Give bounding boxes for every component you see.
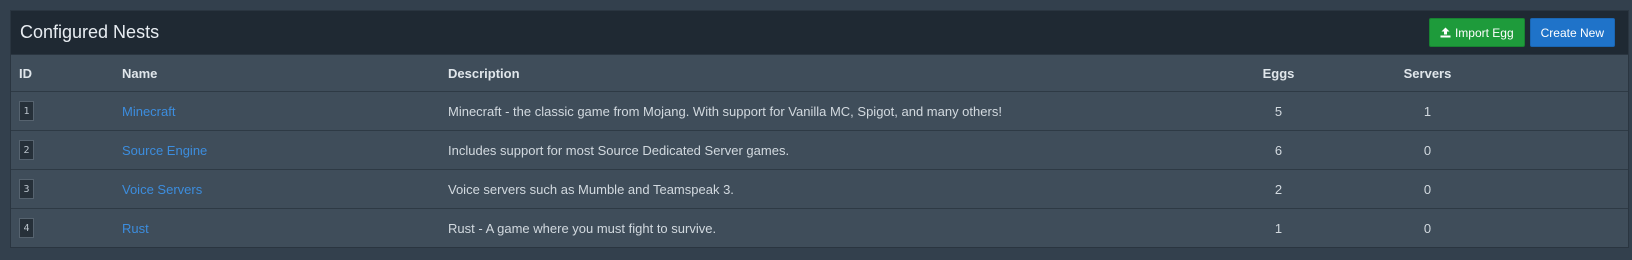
- id-cell: 3: [11, 169, 122, 209]
- column-header-servers: Servers: [1326, 55, 1529, 92]
- servers-cell: 0: [1326, 169, 1529, 209]
- nest-link-minecraft[interactable]: Minecraft: [122, 104, 175, 119]
- spacer-cell: [1529, 169, 1628, 209]
- spacer-cell: [1529, 130, 1628, 170]
- panel-header: Configured Nests Import Egg Create New: [11, 11, 1628, 55]
- eggs-cell: 1: [1274, 220, 1283, 236]
- column-header-description: Description: [448, 55, 1231, 92]
- nest-link-rust[interactable]: Rust: [122, 221, 149, 236]
- create-new-button[interactable]: Create New: [1529, 18, 1615, 47]
- table-row: 3 Voice Servers Voice servers such as Mu…: [11, 169, 1628, 209]
- nest-link-voice-servers[interactable]: Voice Servers: [122, 182, 202, 197]
- nest-link-source-engine[interactable]: Source Engine: [122, 143, 207, 158]
- id-cell: 2: [11, 130, 122, 170]
- description-cell: Rust - A game where you must fight to su…: [448, 220, 717, 236]
- upload-icon: [1440, 27, 1451, 38]
- name-cell: Minecraft: [122, 91, 448, 131]
- servers-cell: 0: [1423, 220, 1432, 236]
- id-badge: 1: [19, 101, 34, 121]
- servers-cell: 0: [1326, 130, 1529, 170]
- id-cell: 4: [11, 209, 122, 248]
- eggs-cell: 2: [1231, 169, 1326, 209]
- table-header-row: ID Name Description Eggs Servers: [11, 55, 1628, 92]
- create-new-label: Create New: [1540, 25, 1604, 40]
- column-header-eggs: Eggs: [1231, 55, 1326, 92]
- table-row: 1 Minecraft Minecraft - the classic game…: [11, 91, 1628, 131]
- name-cell: Voice Servers: [122, 169, 448, 209]
- import-egg-button[interactable]: Import Egg: [1428, 18, 1525, 47]
- nests-panel: Configured Nests Import Egg Create New I…: [10, 10, 1629, 248]
- description-cell: Includes support for most Source Dedicat…: [448, 130, 1231, 170]
- id-badge: 2: [19, 140, 34, 160]
- servers-cell: 1: [1326, 91, 1529, 131]
- column-spacer: [1529, 55, 1628, 92]
- name-cell: Rust: [122, 209, 448, 248]
- spacer-cell: [1529, 209, 1628, 248]
- panel-title: Configured Nests: [20, 22, 160, 42]
- table-row: 4 Rust Rust - A game where you must figh…: [11, 209, 1628, 248]
- description-cell: Voice servers such as Mumble and Teamspe…: [448, 169, 1231, 209]
- import-egg-label: Import Egg: [1454, 25, 1514, 40]
- id-cell: 1: [11, 91, 122, 131]
- name-cell: Source Engine: [122, 130, 448, 170]
- eggs-cell: 6: [1231, 130, 1326, 170]
- spacer-cell: [1529, 91, 1628, 131]
- column-header-id: ID: [11, 55, 122, 92]
- id-badge: 4: [19, 218, 34, 238]
- header-actions: Import Egg Create New: [1428, 18, 1615, 47]
- id-badge: 3: [19, 179, 34, 199]
- nests-table: ID Name Description Eggs Servers 1 Minec…: [11, 55, 1628, 247]
- table-row: 2 Source Engine Includes support for mos…: [11, 130, 1628, 170]
- eggs-cell: 5: [1231, 91, 1326, 131]
- description-cell: Minecraft - the classic game from Mojang…: [448, 91, 1231, 131]
- column-header-name: Name: [122, 55, 448, 92]
